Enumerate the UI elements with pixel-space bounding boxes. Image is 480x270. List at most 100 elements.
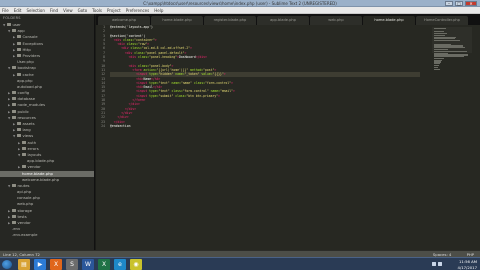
minimap[interactable] (432, 27, 472, 70)
code-editor[interactable]: 1 2 3 4 5 6 7 8 9 10 11 12 13 14 15 16 17 18 19 20 21 22 23 24 … (96, 25, 480, 250)
explorer-taskbar-icon[interactable]: ▤ (18, 259, 30, 270)
code-token: </div> (195, 55, 207, 60)
system-clock[interactable]: 11:56 AM 4/17/2017 (458, 258, 477, 270)
menu-item[interactable]: Help (154, 8, 163, 13)
file-item[interactable]: .env.example (0, 232, 94, 238)
editor-tab[interactable]: home.blade.php (363, 16, 415, 25)
menu-item[interactable]: Find (50, 8, 58, 13)
menu-item[interactable]: Tools (92, 8, 102, 13)
minimap-line (434, 40, 460, 42)
code-token: > (233, 89, 235, 94)
title-bar[interactable]: C:\xampp\htdocs\user\resources\views\hom… (0, 0, 480, 7)
folder-icon (17, 47, 21, 51)
editor-tab[interactable]: app.blade.php (257, 16, 309, 25)
tab-bar: welcome.php home.blade.php register.blade.… (96, 14, 480, 25)
code-token: "form-control" (205, 80, 232, 85)
tree-item-label: lang (22, 127, 31, 133)
folder-icon (17, 35, 21, 39)
minimap-line (434, 68, 440, 70)
close-button[interactable]: ✕ (465, 1, 477, 6)
folder-icon (17, 41, 21, 45)
tree-item-label: welcome.blade.php (22, 176, 60, 182)
folder-icon (17, 72, 21, 76)
folder-icon (7, 23, 11, 26)
xampp-taskbar-icon[interactable]: X (50, 259, 62, 270)
folder-icon (17, 122, 21, 125)
minimap-line (434, 27, 446, 29)
tree-item-label: node_modules (17, 102, 46, 108)
tree-item-label: tests (17, 213, 27, 219)
tree-item-label: routes (17, 182, 30, 188)
menu-item[interactable]: View (63, 8, 73, 13)
code-token: "name" (180, 80, 193, 85)
folder-icon (12, 66, 16, 70)
tree-item-label: resources (17, 114, 36, 120)
sidebar: FOLDERS ▼ user ▼ app ▶ Console ▶ Exceptions ▶ Htt… (0, 14, 95, 250)
folder-icon (12, 221, 16, 224)
folder-icon (17, 134, 21, 138)
media-taskbar-icon[interactable]: ▶ (34, 259, 46, 270)
tree-item-label: views (22, 133, 34, 139)
folder-icon (22, 152, 26, 156)
folder-icon (12, 183, 16, 187)
menu-bar: File Edit Selection Find View Goto Tools Projec… (0, 7, 480, 14)
menu-item[interactable]: Goto (78, 8, 88, 13)
chrome-taskbar-icon[interactable]: ◉ (130, 259, 142, 270)
code-token: "_token" (184, 72, 200, 77)
menu-item[interactable]: File (2, 8, 9, 13)
editor-tab[interactable]: welcome.php (98, 16, 150, 25)
code-token: "submit" (158, 93, 174, 98)
network-icon[interactable] (432, 262, 436, 266)
word-taskbar-icon[interactable]: W (82, 259, 94, 270)
code-token: name= (173, 72, 185, 77)
folder-icon (12, 214, 16, 218)
editor-tab[interactable]: web.php (310, 16, 362, 25)
tree-item-label: Http (22, 46, 31, 52)
menu-item[interactable]: Preferences (126, 8, 150, 13)
editor-tab[interactable]: register.blade.php (204, 16, 256, 25)
window-controls: – □ ✕ (445, 1, 477, 6)
excel-taskbar-icon[interactable]: X (98, 259, 110, 270)
code-token: > (190, 46, 193, 51)
code-token: value= (199, 72, 213, 77)
sublime-taskbar-icon[interactable]: S (66, 259, 78, 270)
code-token: class= (173, 93, 187, 98)
editor-tab[interactable]: HomeController.php (416, 16, 468, 25)
folder-icon (22, 165, 26, 169)
tree-item-label: home.blade.php (22, 170, 53, 176)
tree-item-label: .env (12, 226, 21, 232)
code-token: name= (169, 80, 181, 85)
code-line[interactable]: @endsection (110, 124, 420, 128)
start-button[interactable] (2, 260, 12, 269)
code-token: > (218, 93, 220, 98)
code-area[interactable]: @extends('layouts.app') @section('content… (110, 25, 420, 128)
tree-item-label: Console (22, 34, 38, 40)
folder-icon (22, 146, 26, 150)
tree-item-label: User.php (17, 59, 34, 65)
code-token: > (154, 37, 157, 42)
maximize-button[interactable]: □ (455, 1, 463, 6)
folder-icon (12, 115, 16, 119)
tree-item-label: .env.example (12, 232, 38, 238)
tree-item-label: bootstrap (17, 65, 36, 71)
tree-item-label: autoload.php (17, 83, 43, 89)
code-token: "panel-heading" (149, 55, 178, 60)
tree-item-label: database (17, 96, 36, 102)
line-number: 24 (101, 123, 105, 128)
folder-icon (12, 109, 16, 113)
line-number-gutter: 1 2 3 4 5 6 7 8 9 10 11 12 13 14 15 16 17 18 19 20 21 22 23 24 (96, 25, 106, 250)
tree-item-label: app (17, 28, 25, 34)
minimize-button[interactable]: – (445, 1, 453, 6)
menu-item[interactable]: Edit (14, 8, 22, 13)
folder-icon (12, 103, 16, 107)
folder-icon (12, 91, 16, 95)
tree-item-label: public (17, 108, 29, 114)
clock-date: 4/17/2017 (457, 264, 477, 270)
code-token: > (231, 80, 234, 85)
editor-tab[interactable]: home.blade.php (151, 16, 203, 25)
volume-icon[interactable] (438, 262, 442, 266)
ie-taskbar-icon[interactable]: e (114, 259, 126, 270)
menu-item[interactable]: Project (107, 8, 121, 13)
menu-item[interactable]: Selection (26, 8, 44, 13)
